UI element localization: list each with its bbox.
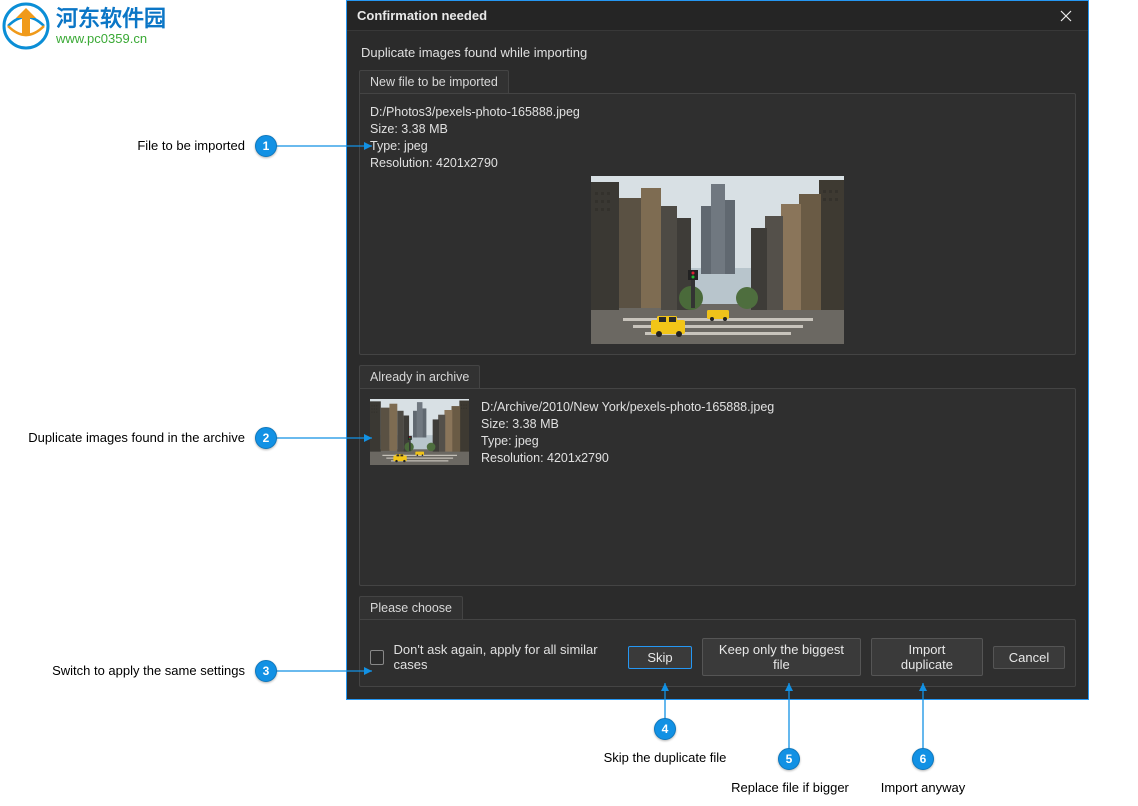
watermark-globe-icon [2,2,50,50]
callout-3-text: Switch to apply the same settings [30,663,245,678]
archive-section-label: Already in archive [359,365,480,388]
callout-6-badge: 6 [912,748,934,770]
archive-resolution: Resolution: 4201x2790 [481,450,774,467]
titlebar: Confirmation needed [347,1,1088,31]
archive-path: D:/Archive/2010/New York/pexels-photo-16… [481,399,774,416]
keep-biggest-button[interactable]: Keep only the biggest file [702,638,861,676]
callout-2-text: Duplicate images found in the archive [0,430,245,445]
newfile-panel: D:/Photos3/pexels-photo-165888.jpeg Size… [359,93,1076,355]
newfile-path: D:/Photos3/pexels-photo-165888.jpeg [370,104,1065,121]
callout-6-text: Import anyway [868,780,978,795]
action-section-label: Please choose [359,596,463,619]
import-duplicate-button[interactable]: Import duplicate [871,638,983,676]
newfile-resolution: Resolution: 4201x2790 [370,155,1065,172]
dont-ask-label: Don't ask again, apply for all similar c… [394,642,608,672]
close-icon [1059,9,1073,23]
newfile-size: Size: 3.38 MB [370,121,1065,138]
close-button[interactable] [1048,3,1084,29]
callout-1-badge: 1 [255,135,277,157]
archive-thumbnail [370,399,469,465]
action-panel: Don't ask again, apply for all similar c… [359,619,1076,687]
archive-item: D:/Archive/2010/New York/pexels-photo-16… [370,399,1065,467]
dialog-title: Confirmation needed [357,8,1048,23]
watermark-url: www.pc0359.cn [56,31,166,46]
callout-5-badge: 5 [778,748,800,770]
archive-size: Size: 3.38 MB [481,416,774,433]
newfile-preview-image [591,176,844,344]
dont-ask-checkbox[interactable] [370,650,384,665]
skip-button[interactable]: Skip [628,646,692,669]
archive-type: Type: jpeg [481,433,774,450]
confirmation-dialog: Confirmation needed Duplicate images fou… [346,0,1089,700]
callout-3-badge: 3 [255,660,277,682]
callout-5-text: Replace file if bigger [715,780,865,795]
newfile-section-label: New file to be imported [359,70,509,93]
callout-2-badge: 2 [255,427,277,449]
newfile-type: Type: jpeg [370,138,1065,155]
callout-4-badge: 4 [654,718,676,740]
watermark: 河东软件园 www.pc0359.cn [2,2,166,50]
watermark-title: 河东软件园 [56,7,166,31]
callout-1-text: File to be imported [80,138,245,153]
cancel-button[interactable]: Cancel [993,646,1065,669]
dialog-headline: Duplicate images found while importing [361,45,1074,60]
callout-4-text: Skip the duplicate file [595,750,735,765]
archive-panel: D:/Archive/2010/New York/pexels-photo-16… [359,388,1076,586]
